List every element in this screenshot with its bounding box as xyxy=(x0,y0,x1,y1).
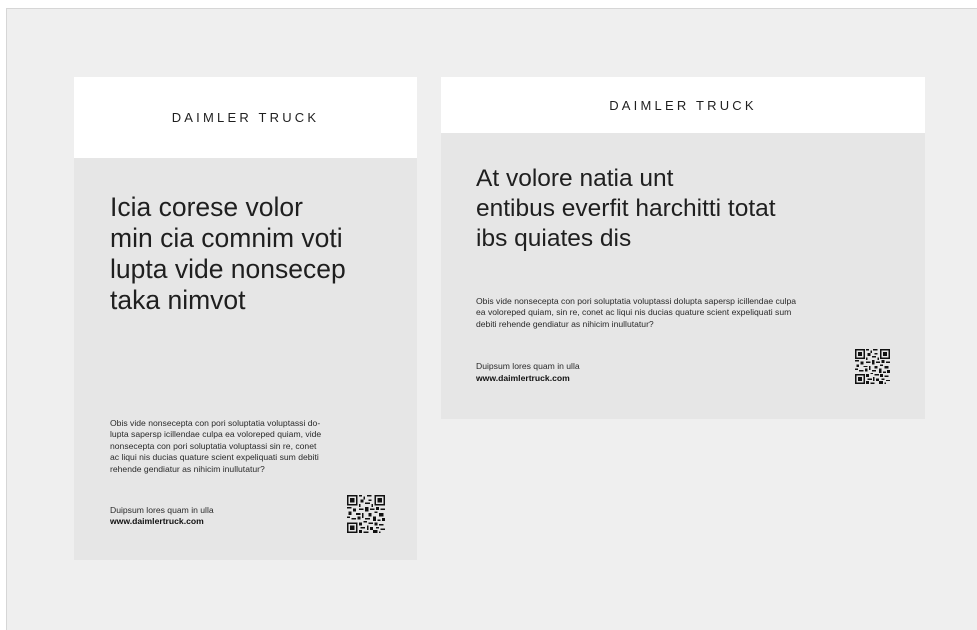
card-header: DAIMLER TRUCK xyxy=(441,77,925,133)
card-header: DAIMLER TRUCK xyxy=(74,77,417,158)
headline-line: Icia corese volor xyxy=(110,192,303,222)
body-line: Obis vide nonsecepta con pori soluptatia… xyxy=(476,296,797,306)
headline-line: lupta vide nonsecep xyxy=(110,254,346,284)
headline-line: taka nimvot xyxy=(110,285,246,315)
body-line: rehende gendiatur as nihicim inullutatur… xyxy=(110,463,265,474)
headline-line: min cia comnim voti xyxy=(110,223,343,253)
body-line: Obis vide nonsecepta con pori soluptatia… xyxy=(110,418,321,428)
card-headline: At volore natia unt entibus everfit harc… xyxy=(476,164,896,254)
footer-text: Duipsum lores quam in ulla xyxy=(110,505,214,515)
brand-logo: DAIMLER TRUCK xyxy=(171,110,320,125)
body-line: lupta sapersp icillendae culpa ea volore… xyxy=(110,429,322,440)
headline-line: entibus everfit harchitti totat xyxy=(476,195,776,222)
qr-code-icon xyxy=(347,495,385,533)
headline-line: At volore natia unt xyxy=(476,165,674,192)
body-line: nonsecepta con pori soluptatia voluptass… xyxy=(110,440,317,451)
card-body-text: Obis vide nonsecepta con pori soluptatia… xyxy=(476,296,896,330)
canvas: DAIMLER TRUCK Icia corese volor min cia … xyxy=(6,8,977,630)
body-line: debiti rehende gendiatur as nihicim inul… xyxy=(476,318,654,329)
qr-code-icon xyxy=(855,349,890,384)
website-link[interactable]: www.daimlertruck.com xyxy=(476,373,570,384)
brand-logo: DAIMLER TRUCK xyxy=(609,97,757,113)
flyer-card-landscape: DAIMLER TRUCK At volore natia unt entibu… xyxy=(441,77,925,419)
card-headline: Icia corese volor min cia comnim voti lu… xyxy=(110,192,400,316)
card-body-text: Obis vide nonsecepta con pori soluptatia… xyxy=(110,418,385,475)
body-line: ea voloreped quiam, sin re, conet ac liq… xyxy=(476,307,792,318)
website-link[interactable]: www.daimlertruck.com xyxy=(110,516,204,527)
headline-line: ibs quiates dis xyxy=(476,225,632,252)
footer-text: Duipsum lores quam in ulla xyxy=(476,361,580,371)
body-line: ac liqui nis ducias quature scient expel… xyxy=(110,452,319,463)
flyer-card-portrait: DAIMLER TRUCK Icia corese volor min cia … xyxy=(74,77,417,560)
